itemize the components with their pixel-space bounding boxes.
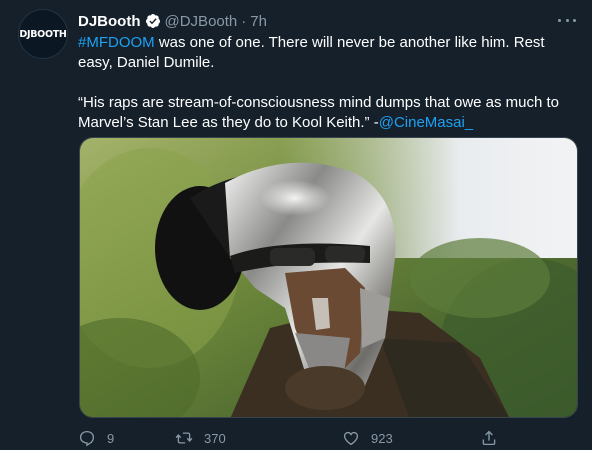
separator-dot: · [241, 12, 247, 30]
tweet-header: DJBooth @DJBooth · 7h [78, 11, 267, 31]
like-count: 923 [371, 430, 393, 446]
reply-button[interactable]: 9 [78, 428, 114, 448]
reply-count: 9 [107, 430, 115, 446]
tweet-text: #MFDOOM was one of one. There will never… [78, 33, 578, 133]
tweet-photo[interactable] [79, 137, 578, 418]
retweet-icon [175, 432, 193, 444]
reply-icon [79, 430, 95, 447]
retweet-count: 370 [204, 430, 226, 446]
share-icon [482, 430, 496, 446]
retweet-button[interactable]: 370 [175, 428, 226, 448]
tweet-paragraph-2: “His raps are stream-of-consciousness mi… [78, 93, 578, 133]
tweet-paragraph-1: #MFDOOM was one of one. There will never… [78, 33, 578, 73]
avatar-logo-text: DJBOOTH [19, 28, 67, 40]
mention-link[interactable]: @CineMasai_ [379, 114, 473, 131]
hashtag-link[interactable]: #MFDOOM [78, 34, 155, 51]
tweet-actions: 9 370 923 [78, 428, 508, 448]
like-icon [343, 431, 359, 446]
tweet-timestamp[interactable]: 7h [250, 13, 267, 30]
tweet-card: DJBOOTH DJBooth @DJBooth · 7h #MFDOOM wa… [0, 0, 592, 450]
author-name[interactable]: DJBooth [78, 13, 141, 30]
more-options-icon[interactable] [558, 13, 576, 27]
share-button[interactable] [480, 428, 509, 448]
avatar[interactable]: DJBOOTH [18, 9, 68, 59]
author-handle[interactable]: @DJBooth [165, 13, 238, 30]
photo-image [80, 138, 577, 417]
like-button[interactable]: 923 [342, 428, 393, 448]
tweet-quote: “His raps are stream-of-consciousness mi… [78, 94, 560, 131]
verified-badge-icon [145, 13, 161, 29]
